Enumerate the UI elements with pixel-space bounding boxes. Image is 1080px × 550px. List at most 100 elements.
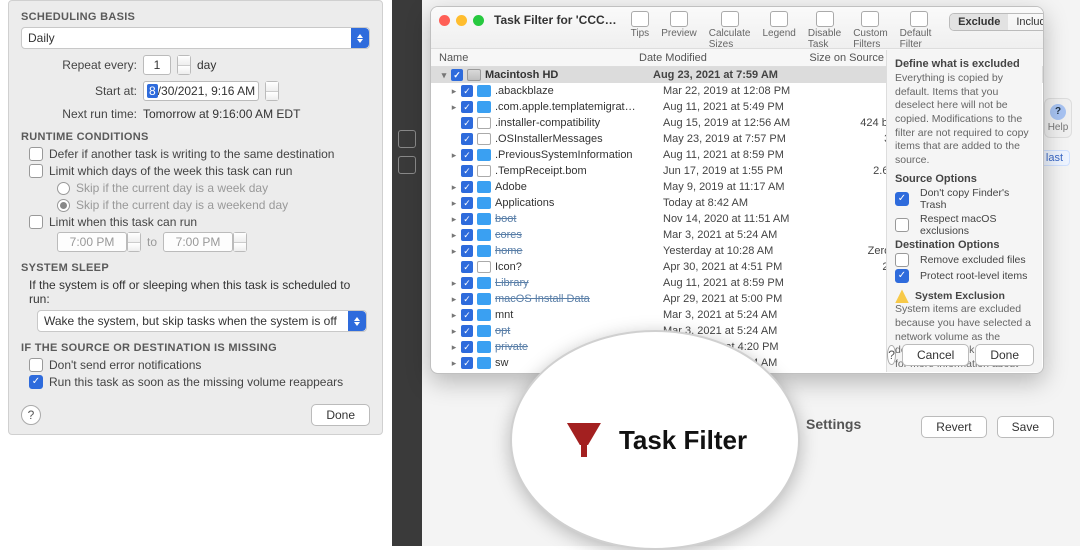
opt-remove-excluded-checkbox[interactable] bbox=[895, 253, 909, 267]
start-stepper[interactable] bbox=[265, 81, 279, 101]
row-checkbox[interactable] bbox=[461, 325, 473, 337]
repeat-stepper[interactable] bbox=[177, 55, 191, 75]
disclosure-triangle-icon[interactable]: ▸ bbox=[449, 326, 459, 337]
limit-when-checkbox[interactable] bbox=[29, 215, 43, 229]
document-icon bbox=[477, 261, 491, 273]
row-checkbox[interactable] bbox=[461, 245, 473, 257]
toolbar-legend[interactable]: Legend bbox=[760, 11, 797, 39]
row-date: Mar 3, 2021 at 5:24 AM bbox=[663, 309, 813, 321]
row-name: Library bbox=[495, 277, 663, 289]
row-checkbox[interactable] bbox=[461, 229, 473, 241]
minimize-icon[interactable] bbox=[456, 15, 467, 26]
defer-checkbox[interactable] bbox=[29, 147, 43, 161]
disclosure-triangle-icon[interactable]: ▸ bbox=[449, 182, 459, 193]
funnel-gear-icon bbox=[861, 11, 879, 27]
row-checkbox[interactable] bbox=[461, 165, 473, 177]
row-checkbox[interactable] bbox=[461, 197, 473, 209]
nextrun-value: Tomorrow at 9:16:00 AM EDT bbox=[143, 107, 300, 121]
row-checkbox[interactable] bbox=[461, 133, 473, 145]
sidebar-icon[interactable] bbox=[398, 156, 416, 174]
row-checkbox[interactable] bbox=[461, 181, 473, 193]
help-button[interactable]: ? bbox=[21, 405, 41, 425]
task-filter-window: Task Filter for 'CCC… Tips Preview Calcu… bbox=[430, 6, 1044, 374]
disclosure-triangle-icon[interactable]: ▾ bbox=[439, 70, 449, 81]
document-icon bbox=[477, 117, 491, 129]
row-checkbox[interactable] bbox=[461, 309, 473, 321]
row-checkbox[interactable] bbox=[461, 117, 473, 129]
time-to-stepper[interactable] bbox=[233, 232, 247, 252]
col-name[interactable]: Name bbox=[439, 52, 639, 64]
settings-label: Settings bbox=[806, 416, 861, 432]
close-icon[interactable] bbox=[439, 15, 450, 26]
row-name: Adobe bbox=[495, 181, 663, 193]
row-checkbox[interactable] bbox=[451, 69, 463, 81]
toolbar-tips[interactable]: Tips bbox=[629, 11, 652, 39]
opt-protect-root-checkbox[interactable] bbox=[895, 269, 909, 283]
disclosure-triangle-icon[interactable]: ▸ bbox=[449, 310, 459, 321]
row-checkbox[interactable] bbox=[461, 101, 473, 113]
section-missing: IF THE SOURCE OR DESTINATION IS MISSING bbox=[21, 342, 370, 354]
limit-days-checkbox[interactable] bbox=[29, 164, 43, 178]
toolbar-calc[interactable]: Calculate Sizes bbox=[707, 11, 753, 50]
rerun-checkbox[interactable] bbox=[29, 375, 43, 389]
time-from-stepper[interactable] bbox=[127, 232, 141, 252]
toolbar-preview[interactable]: Preview bbox=[659, 11, 699, 39]
row-name: .PreviousSystemInformation bbox=[495, 149, 663, 161]
disclosure-triangle-icon[interactable]: ▸ bbox=[449, 150, 459, 161]
sleep-behavior-select[interactable]: Wake the system, but skip tasks when the… bbox=[37, 310, 367, 332]
skip-weekend-radio[interactable] bbox=[57, 199, 70, 212]
zoom-icon[interactable] bbox=[473, 15, 484, 26]
col-size-source[interactable]: Size on Source bbox=[789, 52, 884, 64]
disclosure-triangle-icon[interactable]: ▸ bbox=[449, 102, 459, 113]
disclosure-triangle-icon[interactable]: ▸ bbox=[449, 294, 459, 305]
disclosure-triangle-icon[interactable]: ▸ bbox=[449, 342, 459, 353]
done-button[interactable]: Done bbox=[311, 404, 370, 426]
row-checkbox[interactable] bbox=[461, 277, 473, 289]
opt-trash-checkbox[interactable] bbox=[895, 192, 909, 206]
repeat-count-field[interactable]: 1 bbox=[143, 55, 171, 75]
help-bubble[interactable]: ?Help bbox=[1044, 98, 1072, 138]
side-done-button[interactable]: Done bbox=[975, 344, 1034, 366]
seg-exclude[interactable]: Exclude bbox=[950, 14, 1008, 30]
side-cancel-button[interactable]: Cancel bbox=[902, 344, 969, 366]
disclosure-triangle-icon[interactable]: ▸ bbox=[449, 86, 459, 97]
seg-include[interactable]: Include bbox=[1008, 14, 1044, 30]
skip-weekday-radio[interactable] bbox=[57, 182, 70, 195]
disclosure-triangle-icon[interactable]: ▸ bbox=[449, 278, 459, 289]
opt-macos-exclusions-checkbox[interactable] bbox=[895, 218, 909, 232]
traffic-lights[interactable] bbox=[439, 15, 484, 26]
row-checkbox[interactable] bbox=[461, 85, 473, 97]
col-date-modified[interactable]: Date Modified bbox=[639, 52, 789, 64]
start-label: Start at: bbox=[29, 84, 137, 98]
row-checkbox[interactable] bbox=[461, 357, 473, 369]
row-checkbox[interactable] bbox=[461, 261, 473, 273]
side-help-button[interactable]: ? bbox=[887, 345, 896, 365]
nextrun-label: Next run time: bbox=[29, 107, 137, 121]
row-checkbox[interactable] bbox=[461, 213, 473, 225]
row-checkbox[interactable] bbox=[461, 293, 473, 305]
folder-icon bbox=[477, 85, 491, 97]
sidebar-doc-icon[interactable] bbox=[398, 130, 416, 148]
revert-button[interactable]: Revert bbox=[921, 416, 986, 438]
toolbar-custom[interactable]: Custom Filters bbox=[851, 11, 889, 50]
disclosure-triangle-icon[interactable]: ▸ bbox=[449, 246, 459, 257]
disclosure-triangle-icon[interactable]: ▸ bbox=[449, 198, 459, 209]
ruler-icon bbox=[721, 11, 739, 27]
disclosure-triangle-icon[interactable]: ▸ bbox=[449, 214, 459, 225]
row-checkbox[interactable] bbox=[461, 341, 473, 353]
time-to-field[interactable]: 7:00 PM bbox=[163, 232, 233, 252]
scheduling-basis-select[interactable]: Daily bbox=[21, 27, 370, 49]
save-button[interactable]: Save bbox=[997, 416, 1054, 438]
row-name: home bbox=[495, 245, 663, 257]
sidebar-strip bbox=[392, 0, 422, 546]
sleep-desc: If the system is off or sleeping when th… bbox=[29, 278, 370, 306]
time-from-field[interactable]: 7:00 PM bbox=[57, 232, 127, 252]
funnel-icon bbox=[910, 11, 928, 27]
start-datetime-field[interactable]: 8/30/2021, 9:16 AM bbox=[143, 81, 259, 101]
disclosure-triangle-icon[interactable]: ▸ bbox=[449, 230, 459, 241]
disclosure-triangle-icon[interactable]: ▸ bbox=[449, 358, 459, 369]
lightbulb-icon bbox=[631, 11, 649, 27]
no-error-checkbox[interactable] bbox=[29, 358, 43, 372]
row-checkbox[interactable] bbox=[461, 149, 473, 161]
exclude-include-segment[interactable]: Exclude Include bbox=[949, 13, 1044, 31]
